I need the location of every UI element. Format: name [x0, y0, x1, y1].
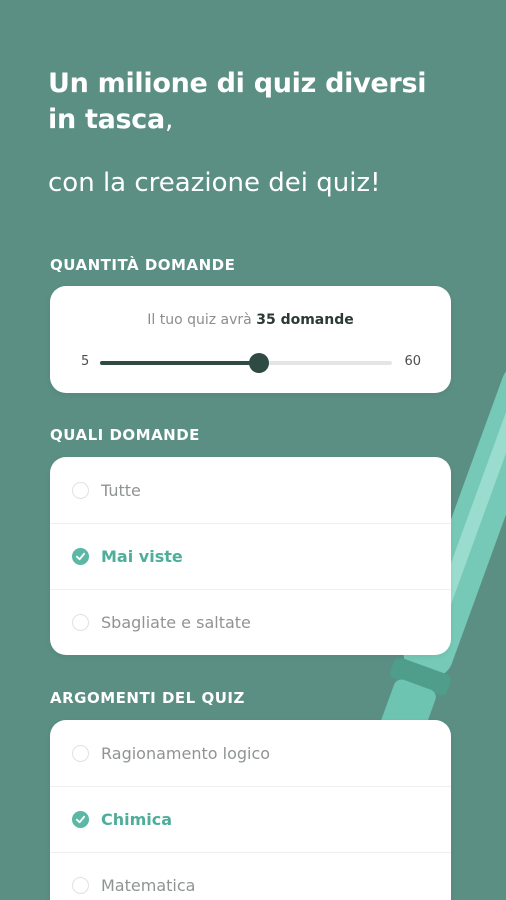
- radio-unchecked[interactable]: [72, 877, 89, 894]
- topic-option-label: Matematica: [101, 876, 196, 895]
- which-option[interactable]: Tutte: [50, 457, 451, 523]
- quantity-slider[interactable]: [100, 353, 392, 373]
- headline-bold-line1: Un milione di quiz diversi: [48, 68, 427, 99]
- slider-caption-value: 35 domande: [256, 312, 354, 328]
- headline-subtitle: con la creazione dei quiz!: [48, 168, 381, 198]
- check-icon: [75, 552, 86, 561]
- headline-bold-line2: in tasca: [48, 104, 165, 135]
- topics-card: Ragionamento logico Chimica Matematica: [50, 720, 451, 900]
- radio-unchecked[interactable]: [72, 744, 89, 762]
- topic-option[interactable]: Chimica: [50, 786, 451, 852]
- slider-min-label: 5: [81, 354, 90, 369]
- slider-thumb[interactable]: [249, 353, 270, 373]
- which-option[interactable]: Sbagliate e saltate: [50, 589, 451, 655]
- slider-fill: [100, 361, 260, 365]
- topic-option[interactable]: Ragionamento logico: [50, 720, 451, 786]
- headline: Un milione di quiz diversi in tasca,: [48, 66, 468, 138]
- radio-unchecked[interactable]: [72, 481, 89, 499]
- radio-checked[interactable]: [72, 548, 89, 565]
- slider-max-label: 60: [404, 354, 421, 369]
- slider-caption-prefix: Il tuo quiz avrà: [147, 312, 252, 328]
- which-section-title: QUALI DOMANDE: [50, 426, 200, 444]
- slider-caption: Il tuo quiz avrà 35 domande: [50, 312, 451, 328]
- which-option[interactable]: Mai viste: [50, 523, 451, 589]
- radio-checked[interactable]: [72, 811, 89, 828]
- topic-option[interactable]: Matematica: [50, 852, 451, 900]
- topics-section-title: ARGOMENTI DEL QUIZ: [50, 689, 245, 707]
- quantity-card: Il tuo quiz avrà 35 domande 5 60: [50, 286, 451, 393]
- topic-option-label: Chimica: [101, 810, 173, 829]
- check-icon: [75, 815, 86, 824]
- radio-unchecked[interactable]: [72, 614, 89, 631]
- which-option-label: Tutte: [101, 480, 141, 500]
- which-option-label: Mai viste: [101, 547, 183, 566]
- topic-option-label: Ragionamento logico: [101, 743, 271, 763]
- which-option-label: Sbagliate e saltate: [101, 613, 251, 632]
- quantity-section-title: QUANTITÀ DOMANDE: [50, 256, 236, 274]
- headline-comma: ,: [164, 104, 174, 135]
- which-card: Tutte Mai viste Sbagliate e saltate: [50, 457, 451, 655]
